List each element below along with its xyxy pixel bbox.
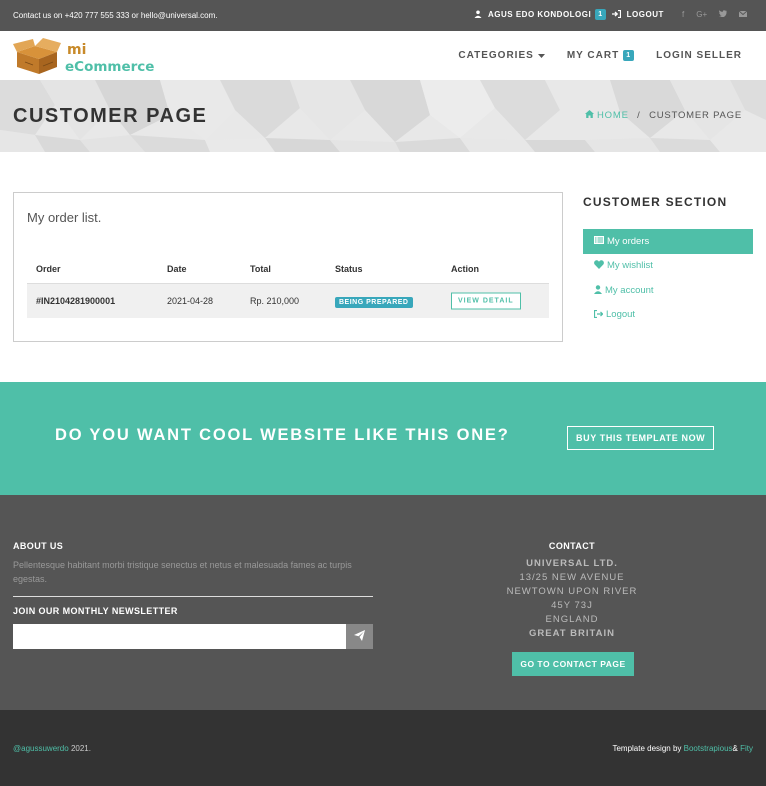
user-icon	[474, 10, 482, 20]
customer-menu: My orders My wishlist My account Logout	[583, 229, 753, 327]
copyright-right: Template design by Bootstrapious& Fity	[612, 744, 753, 753]
buy-template-button[interactable]: BUY THIS TEMPLATE NOW	[567, 426, 715, 450]
col-total: Total	[250, 264, 271, 274]
site-logo[interactable]: mi eCommerce	[13, 38, 158, 75]
sidebar-item-label: My wishlist	[607, 260, 653, 272]
breadcrumb-home-label: HOME	[597, 110, 629, 121]
sidebar-item-my-orders[interactable]: My orders	[583, 229, 753, 254]
footer-divider	[13, 596, 373, 597]
nav-categories-label: CATEGORIES	[458, 50, 534, 61]
breadcrumb: HOME / CUSTOMER PAGE	[584, 110, 742, 121]
paper-plane-icon	[354, 629, 365, 644]
breadcrumb-separator: /	[637, 110, 641, 121]
order-status-cell: BEING PREPARED	[335, 296, 413, 308]
bootstrapious-link[interactable]: Bootstrapious	[684, 744, 733, 753]
author-link[interactable]: @agussuwerdo	[13, 744, 69, 753]
address-line: NEWTOWN UPON RIVER	[506, 586, 638, 597]
orders-table: Order Date Total Status Action #IN210428…	[27, 255, 549, 318]
main-navbar: mi eCommerce CATEGORIES MY CART 1 LOGIN …	[0, 31, 766, 80]
address-line: 45Y 73J	[551, 600, 593, 611]
sign-out-icon	[593, 309, 604, 320]
nav-cart-label: MY CART	[566, 50, 620, 61]
sidebar-item-my-wishlist[interactable]: My wishlist	[583, 254, 753, 279]
design-amp: &	[732, 744, 741, 753]
promo-banner: DO YOU WANT COOL WEBSITE LIKE THIS ONE? …	[0, 382, 766, 495]
breadcrumb-home[interactable]: HOME	[584, 110, 633, 121]
go-to-contact-button[interactable]: GO TO CONTACT PAGE	[512, 652, 634, 676]
contact-text: Contact us on +420 777 555 333 or hello@…	[13, 11, 218, 20]
breadcrumb-current: CUSTOMER PAGE	[649, 110, 742, 121]
table-row: #IN2104281900001 2021-04-28 Rp. 210,000 …	[27, 283, 549, 318]
order-number: #IN2104281900001	[36, 296, 116, 306]
fity-link[interactable]: Fity	[740, 744, 753, 753]
about-text: Pellentesque habitant morbi tristique se…	[13, 560, 352, 584]
nav-my-cart[interactable]: MY CART 1	[566, 50, 635, 61]
address-line: UNIVERSAL LTD.	[526, 558, 618, 569]
sidebar-item-my-account[interactable]: My account	[583, 278, 753, 303]
nav-login-seller[interactable]: LOGIN SELLER	[656, 50, 742, 61]
order-total: Rp. 210,000	[250, 296, 300, 306]
col-status: Status	[335, 264, 363, 274]
sidebar-item-label: My account	[605, 284, 654, 296]
page-heading-band: CUSTOMER PAGE HOME / CUSTOMER PAGE	[0, 80, 766, 152]
col-action: Action	[451, 264, 479, 274]
nav-menu: CATEGORIES MY CART 1 LOGIN SELLER	[458, 50, 742, 61]
sidebar-item-logout[interactable]: Logout	[583, 303, 753, 328]
sidebar-item-label: My orders	[607, 235, 650, 247]
about-heading: ABOUT US	[13, 541, 64, 551]
order-date: 2021-04-28	[167, 296, 214, 306]
sign-out-icon	[611, 9, 621, 20]
facebook-icon[interactable]: f	[682, 10, 684, 19]
logout-label: LOGOUT	[626, 10, 664, 19]
view-detail-button[interactable]: VIEW DETAIL	[451, 292, 521, 310]
newsletter-submit-button[interactable]	[346, 624, 373, 649]
logo-ecommerce: eCommerce	[65, 59, 154, 74]
heart-icon	[594, 260, 604, 271]
contact-address: UNIVERSAL LTD. 13/25 NEW AVENUE NEWTOWN …	[492, 557, 652, 641]
list-icon	[594, 236, 604, 246]
table-header: Order Date Total Status Action	[27, 255, 549, 283]
promo-text: DO YOU WANT COOL WEBSITE LIKE THIS ONE?	[55, 426, 510, 444]
customer-section-title: CUSTOMER SECTION	[583, 195, 728, 209]
user-area: AGUS EDO KONDOLOGI 1 LOGOUT	[474, 9, 664, 20]
status-badge: BEING PREPARED	[335, 297, 413, 308]
order-action-cell: VIEW DETAIL	[451, 292, 521, 310]
user-icon	[594, 284, 602, 296]
address-line: GREAT BRITAIN	[528, 628, 615, 639]
user-name-link[interactable]: AGUS EDO KONDOLOGI	[488, 10, 591, 19]
top-bar: Contact us on +420 777 555 333 or hello@…	[0, 0, 766, 31]
nav-categories[interactable]: CATEGORIES	[458, 50, 545, 61]
mail-icon[interactable]	[738, 10, 748, 19]
twitter-icon[interactable]	[719, 10, 728, 19]
copyright-year: 2021.	[68, 744, 91, 753]
sidebar-item-label: Logout	[606, 309, 636, 321]
caret-down-icon	[537, 50, 545, 61]
logout-link[interactable]: LOGOUT	[611, 9, 664, 20]
google-plus-icon[interactable]: G+	[696, 10, 707, 19]
order-list-lead: My order list.	[27, 210, 102, 225]
col-order: Order	[36, 264, 61, 274]
social-links: f G+	[682, 10, 748, 19]
user-badge: 1	[595, 9, 606, 20]
col-date: Date	[167, 264, 187, 274]
page-title: CUSTOMER PAGE	[13, 105, 208, 127]
logo-mi: mi	[67, 42, 86, 58]
order-list-box: My order list. Order Date Total Status A…	[13, 192, 563, 342]
copyright-bar: @agussuwerdo 2021. Template design by Bo…	[0, 710, 766, 786]
newsletter-email-input[interactable]	[13, 624, 346, 649]
footer: ABOUT US Pellentesque habitant morbi tri…	[0, 495, 766, 710]
address-line: ENGLAND	[545, 614, 599, 625]
cart-badge: 1	[623, 50, 635, 61]
contact-heading: CONTACT	[548, 541, 596, 551]
design-prefix: Template design by	[612, 744, 684, 753]
copyright-left: @agussuwerdo 2021.	[13, 744, 91, 753]
address-line: 13/25 NEW AVENUE	[519, 572, 625, 583]
home-icon	[584, 110, 597, 121]
newsletter-heading: JOIN OUR MONTHLY NEWSLETTER	[13, 606, 178, 616]
